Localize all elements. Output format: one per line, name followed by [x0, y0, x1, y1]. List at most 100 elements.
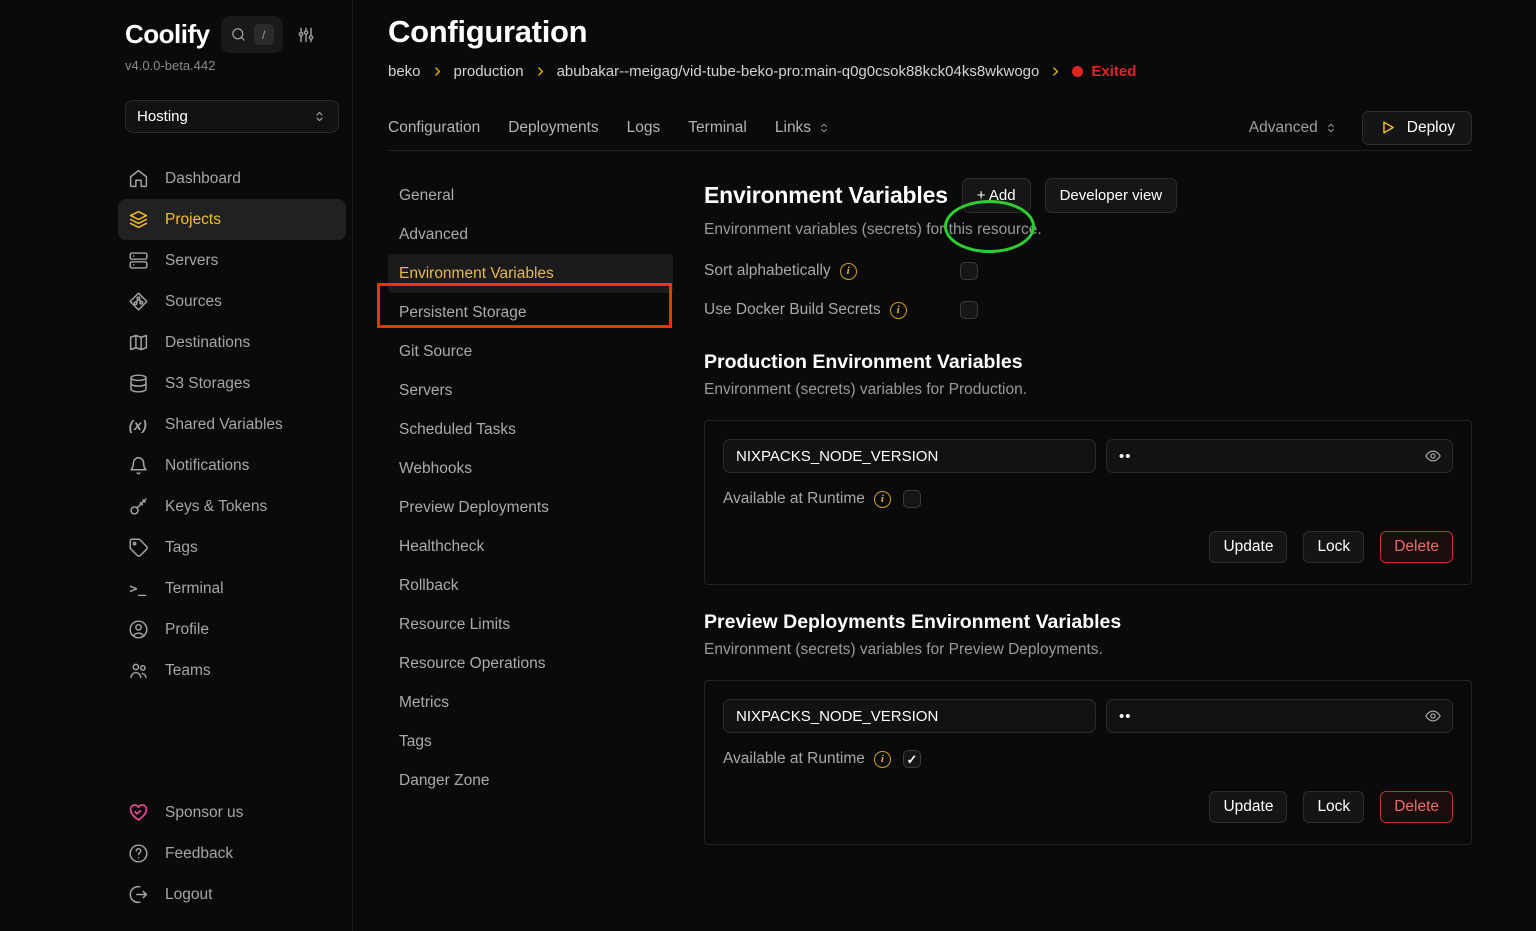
production-env-var-card: Available at Runtime i Update Lock Delet… — [704, 420, 1472, 585]
subnav-item-preview-deployments[interactable]: Preview Deployments — [388, 488, 673, 527]
tab-deployments[interactable]: Deployments — [508, 119, 598, 137]
subnav-item-tags[interactable]: Tags — [388, 722, 673, 761]
runtime-label: Available at Runtime — [723, 750, 865, 768]
env-subtitle: Environment variables (secrets) for this… — [704, 221, 1472, 239]
subnav-item-danger-zone[interactable]: Danger Zone — [388, 761, 673, 800]
search-shortcut-key: / — [254, 24, 274, 45]
chevrons-up-down-icon — [817, 121, 831, 135]
subnav-item-environment-variables[interactable]: Environment Variables — [388, 254, 673, 293]
breadcrumb-environment[interactable]: production — [454, 63, 524, 80]
sidebar-item-label: Sources — [165, 293, 222, 311]
breadcrumb-chevron-icon — [431, 65, 444, 78]
app-logo: Coolify — [125, 19, 210, 50]
sidebar-item-teams[interactable]: Teams — [118, 650, 346, 691]
logo-row: Coolify / — [125, 16, 339, 53]
advanced-label: Advanced — [1249, 119, 1318, 137]
content-row: General Advanced Environment Variables P… — [388, 151, 1472, 931]
subnav-item-servers[interactable]: Servers — [388, 371, 673, 410]
subnav-item-webhooks[interactable]: Webhooks — [388, 449, 673, 488]
tab-terminal[interactable]: Terminal — [688, 119, 747, 137]
tab-logs[interactable]: Logs — [627, 119, 661, 137]
env-var-key-input[interactable] — [723, 699, 1096, 733]
env-var-key-input[interactable] — [723, 439, 1096, 473]
subnav-item-metrics[interactable]: Metrics — [388, 683, 673, 722]
sort-alphabetically-label: Sort alphabetically — [704, 262, 831, 280]
sidebar-nav: Dashboard Projects Servers Sources Desti… — [125, 158, 339, 691]
env-title: Environment Variables — [704, 182, 948, 209]
breadcrumb: beko production abubakar--meigag/vid-tub… — [388, 63, 1472, 80]
team-selector[interactable]: Hosting — [125, 100, 339, 133]
status-text: Exited — [1091, 63, 1136, 80]
settings-sliders-icon[interactable] — [296, 25, 316, 45]
docker-build-secrets-checkbox[interactable] — [960, 301, 978, 319]
update-button[interactable]: Update — [1209, 531, 1287, 563]
delete-button[interactable]: Delete — [1380, 791, 1453, 823]
sidebar-item-destinations[interactable]: Destinations — [118, 322, 346, 363]
tab-links[interactable]: Links — [775, 119, 831, 137]
subnav-item-persistent-storage[interactable]: Persistent Storage — [388, 293, 673, 332]
search-icon — [230, 26, 247, 43]
sidebar-item-s3-storages[interactable]: S3 Storages — [118, 363, 346, 404]
chevrons-up-down-icon — [1324, 121, 1338, 135]
sidebar-item-dashboard[interactable]: Dashboard — [118, 158, 346, 199]
eye-icon[interactable] — [1424, 707, 1442, 725]
developer-view-button[interactable]: Developer view — [1045, 178, 1178, 213]
sidebar-item-label: S3 Storages — [165, 375, 250, 393]
add-button[interactable]: + Add — [962, 178, 1031, 213]
sort-alphabetically-checkbox[interactable] — [960, 262, 978, 280]
sidebar-item-sponsor-us[interactable]: Sponsor us — [118, 792, 346, 833]
env-var-value-input[interactable] — [1106, 439, 1453, 473]
sidebar-item-label: Profile — [165, 621, 209, 639]
tab-bar-right: Advanced Deploy — [1249, 111, 1472, 145]
subnav-item-healthcheck[interactable]: Healthcheck — [388, 527, 673, 566]
tab-configuration[interactable]: Configuration — [388, 119, 480, 137]
status-badge: Exited — [1072, 63, 1136, 80]
sidebar-item-logout[interactable]: Logout — [118, 874, 346, 915]
subnav-item-scheduled-tasks[interactable]: Scheduled Tasks — [388, 410, 673, 449]
layers-icon — [127, 209, 149, 231]
deploy-button[interactable]: Deploy — [1362, 111, 1472, 145]
search-button[interactable]: / — [221, 16, 283, 53]
chevrons-up-down-icon — [312, 109, 327, 124]
question-circle-icon — [127, 843, 149, 865]
sidebar-item-terminal[interactable]: Terminal — [118, 568, 346, 609]
subnav-item-resource-limits[interactable]: Resource Limits — [388, 605, 673, 644]
sidebar-item-label: Dashboard — [165, 170, 241, 188]
sidebar-item-feedback[interactable]: Feedback — [118, 833, 346, 874]
advanced-selector[interactable]: Advanced — [1249, 119, 1338, 137]
subnav-item-rollback[interactable]: Rollback — [388, 566, 673, 605]
subnav-item-resource-operations[interactable]: Resource Operations — [388, 644, 673, 683]
sidebar-item-keys-tokens[interactable]: Keys & Tokens — [118, 486, 346, 527]
subnav-item-advanced[interactable]: Advanced — [388, 215, 673, 254]
update-button[interactable]: Update — [1209, 791, 1287, 823]
runtime-checkbox[interactable] — [903, 490, 921, 508]
sidebar-item-projects[interactable]: Projects — [118, 199, 346, 240]
lock-button[interactable]: Lock — [1303, 531, 1364, 563]
app-version: v4.0.0-beta.442 — [125, 58, 339, 73]
delete-button[interactable]: Delete — [1380, 531, 1453, 563]
sidebar-item-profile[interactable]: Profile — [118, 609, 346, 650]
sidebar-item-shared-variables[interactable]: Shared Variables — [118, 404, 346, 445]
docker-build-secrets-row: Use Docker Build Secrets i — [704, 295, 1472, 325]
breadcrumb-team[interactable]: beko — [388, 63, 421, 80]
sidebar: Coolify / v4.0.0-beta.442 Hosting Dashbo… — [0, 0, 353, 931]
subnav-item-git-source[interactable]: Git Source — [388, 332, 673, 371]
sidebar-item-servers[interactable]: Servers — [118, 240, 346, 281]
info-icon: i — [874, 751, 891, 768]
lock-button[interactable]: Lock — [1303, 791, 1364, 823]
production-section-title: Production Environment Variables — [704, 351, 1472, 374]
subnav-item-general[interactable]: General — [388, 176, 673, 215]
tag-icon — [127, 537, 149, 559]
env-var-value-input[interactable] — [1106, 699, 1453, 733]
info-icon: i — [890, 302, 907, 319]
sidebar-item-tags[interactable]: Tags — [118, 527, 346, 568]
profile-icon — [127, 619, 149, 641]
teams-icon — [127, 660, 149, 682]
runtime-checkbox[interactable] — [903, 750, 921, 768]
sidebar-item-label: Projects — [165, 211, 221, 229]
sidebar-item-sources[interactable]: Sources — [118, 281, 346, 322]
eye-icon[interactable] — [1424, 447, 1442, 465]
info-icon: i — [840, 263, 857, 280]
sidebar-item-notifications[interactable]: Notifications — [118, 445, 346, 486]
breadcrumb-resource[interactable]: abubakar--meigag/vid-tube-beko-pro:main-… — [557, 63, 1040, 80]
